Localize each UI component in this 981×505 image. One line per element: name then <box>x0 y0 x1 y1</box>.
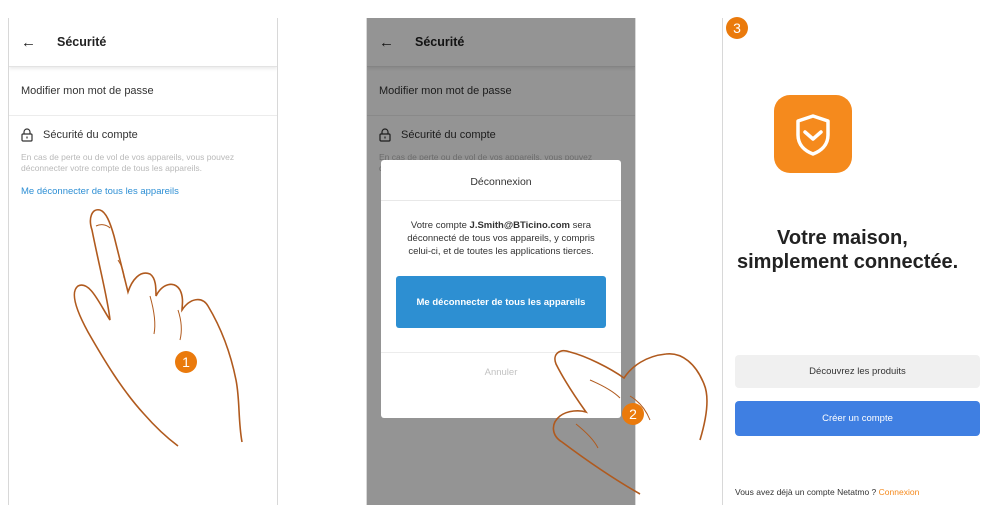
page-title: Sécurité <box>57 35 107 49</box>
app-header: ← Sécurité <box>9 18 277 67</box>
confirm-logout-button[interactable]: Me déconnecter de tous les appareils <box>396 276 606 328</box>
dialog-message-prefix: Votre compte <box>410 220 470 231</box>
screen-welcome: Votre maison, simplement connectée. Déco… <box>722 18 981 505</box>
step-badge-3: 3 <box>726 17 748 39</box>
hand-pointer-icon <box>552 349 708 495</box>
login-link[interactable]: Connexion <box>879 487 920 497</box>
login-prompt: Vous avez déjà un compte Netatmo ? Conne… <box>735 487 919 497</box>
change-password-item[interactable]: Modifier mon mot de passe <box>9 67 277 116</box>
tagline-line2: simplement connectée. <box>737 251 959 273</box>
discover-products-button[interactable]: Découvrez les produits <box>735 355 980 388</box>
step-badge-1: 1 <box>175 351 197 373</box>
login-prompt-text: Vous avez déjà un compte Netatmo ? <box>735 487 879 497</box>
app-logo <box>774 95 852 173</box>
account-security-title: Sécurité du compte <box>43 129 138 141</box>
tagline: Votre maison, simplement connectée. <box>723 226 981 274</box>
hand-pointer-icon <box>73 208 243 447</box>
logout-all-devices-link[interactable]: Me déconnecter de tous les appareils <box>21 186 265 197</box>
step-badge-2: 2 <box>622 403 644 425</box>
tagline-line1: Votre maison, <box>777 227 908 249</box>
create-account-button[interactable]: Créer un compte <box>735 401 980 436</box>
account-security-section: Sécurité du compte En cas de perte ou de… <box>9 116 277 197</box>
dialog-message: Votre compte J.Smith@BTicino.com sera dé… <box>381 201 621 258</box>
account-security-description: En cas de perte ou de vol de vos apparei… <box>21 152 235 173</box>
dialog-title: Déconnexion <box>381 160 621 201</box>
dialog-email: J.Smith@BTicino.com <box>469 220 570 231</box>
back-arrow-icon[interactable]: ← <box>21 34 36 51</box>
lock-icon <box>21 128 33 142</box>
